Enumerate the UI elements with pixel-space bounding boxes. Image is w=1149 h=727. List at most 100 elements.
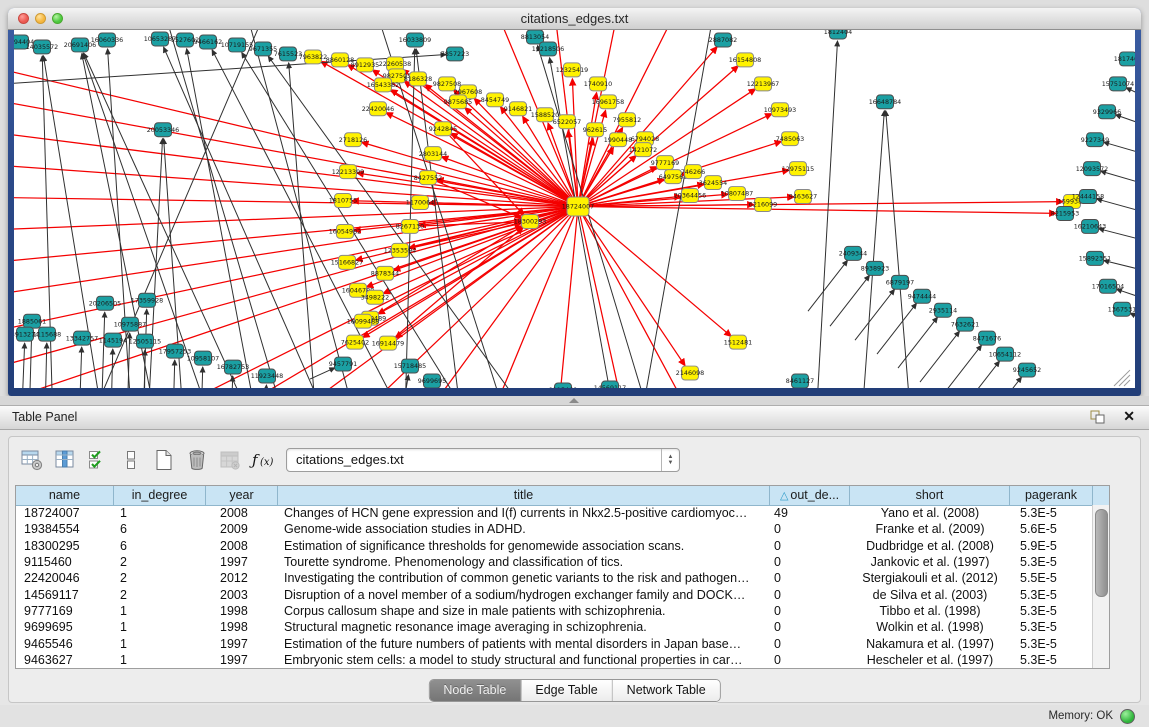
table-selector-combo[interactable]: citations_edges.txt ▲▼ [286, 448, 680, 472]
graph-node[interactable]: 10975887 [114, 317, 146, 331]
column-header-pagerank[interactable]: pagerank [1010, 486, 1093, 505]
new-table-button[interactable] [149, 448, 179, 476]
table-scrollbar-thumb[interactable] [1095, 509, 1108, 597]
network-canvas[interactable]: 1872400779638228860128891293522260538982… [14, 30, 1135, 388]
graph-node[interactable]: 9463627 [789, 190, 817, 204]
graph-node[interactable]: 12213967 [747, 77, 779, 91]
graph-node[interactable]: 16210643 [1074, 219, 1106, 233]
graph-node[interactable]: 16782753 [217, 360, 249, 374]
column-header-in_degree[interactable]: in_degree [114, 486, 206, 505]
column-header-name[interactable]: name [16, 486, 114, 505]
tab-network-table[interactable]: Network Table [613, 680, 720, 701]
graph-node[interactable]: 16961758 [592, 95, 624, 109]
table-row[interactable]: 1872400712008Changes of HCN gene express… [16, 505, 1093, 521]
graph-node[interactable]: 16033809 [399, 33, 431, 47]
float-panel-icon[interactable] [1089, 409, 1107, 430]
table-scrollbar[interactable] [1092, 505, 1109, 668]
tab-node-table[interactable]: Node Table [429, 680, 521, 701]
graph-node[interactable]: 16648784 [869, 95, 901, 109]
graph-node[interactable]: 2718126 [339, 133, 367, 147]
graph-node[interactable]: 962615 [583, 123, 607, 137]
column-header-title[interactable]: title [278, 486, 770, 505]
table-row[interactable]: 946554611997Estimation of the future num… [16, 635, 1093, 651]
graph-node[interactable]: 13342757 [66, 331, 98, 345]
graph-node[interactable]: 17359928 [131, 293, 163, 307]
graph-node[interactable]: 2146098 [676, 366, 704, 380]
graph-node[interactable]: 15718485 [394, 359, 426, 373]
network-view[interactable]: 1872400779638228860128891293522260538982… [14, 30, 1135, 388]
graph-node[interactable]: 15892351 [1079, 251, 1111, 265]
graph-node[interactable]: 746266 [681, 165, 705, 179]
table-row[interactable]: 977716911998Corpus callosum shape and si… [16, 603, 1093, 619]
graph-node[interactable]: 1812404 [824, 30, 852, 39]
table-settings-button[interactable] [17, 448, 47, 476]
graph-node[interactable]: 12093572 [1076, 162, 1108, 176]
resize-grip-icon[interactable] [1124, 380, 1130, 386]
graph-node[interactable]: 1170064 [406, 196, 434, 210]
split-handle-icon[interactable] [569, 398, 579, 403]
graph-node[interactable]: 8938923 [861, 261, 889, 275]
graph-node[interactable]: 7632621 [951, 317, 979, 331]
table-row[interactable]: 911546021997Tourette syndrome. Phenomeno… [16, 554, 1093, 570]
graph-node[interactable]: 9227349 [1081, 133, 1109, 147]
combo-stepper-icon[interactable]: ▲▼ [661, 449, 679, 471]
graph-node[interactable]: 16154808 [729, 53, 761, 67]
graph-node[interactable]: 9329966 [1093, 105, 1121, 119]
graph-node[interactable]: 14569117 [594, 381, 626, 388]
graph-node[interactable]: 7485063 [776, 132, 804, 146]
table-row[interactable]: 1938455462009Genome-wide association stu… [16, 521, 1093, 537]
table-row[interactable]: 1456911722003Disruption of a novel membe… [16, 586, 1093, 602]
graph-node[interactable]: 8471676 [973, 331, 1001, 345]
graph-node[interactable]: 7625402 [341, 335, 369, 349]
graph-node[interactable]: 12975115 [782, 162, 814, 176]
memory-indicator-icon[interactable] [1120, 709, 1135, 724]
graph-node[interactable]: 18724007 [562, 197, 594, 216]
graph-node[interactable]: 8461127 [786, 374, 814, 388]
column-chooser-button[interactable] [50, 448, 80, 476]
graph-node[interactable]: 9474444 [908, 289, 936, 303]
graph-node[interactable]: 7955812 [613, 113, 641, 127]
row-options-button[interactable] [116, 448, 146, 476]
graph-node[interactable]: 10958107 [187, 351, 219, 365]
delete-table-button[interactable] [182, 448, 212, 476]
graph-node[interactable]: 10654112 [989, 347, 1021, 361]
graph-node[interactable]: 20206505 [89, 296, 121, 310]
graph-node[interactable]: 12353594 [384, 243, 416, 257]
graph-node[interactable]: 12505115 [129, 334, 161, 348]
graph-node[interactable]: 2887082 [709, 33, 737, 47]
graph-node[interactable]: 2935114 [929, 303, 957, 317]
graph-node[interactable]: 17016504 [1092, 279, 1124, 293]
column-header-out_de[interactable]: △out_de... [770, 486, 850, 505]
graph-node[interactable]: 1817406 [1114, 52, 1135, 66]
select-columns-button[interactable] [83, 448, 113, 476]
graph-node[interactable]: 3624554 [699, 176, 727, 190]
graph-node[interactable]: 6879197 [886, 275, 914, 289]
function-builder-button[interactable]: ƒ(x) [248, 448, 278, 476]
split-divider[interactable] [0, 396, 1149, 405]
graph-node[interactable]: 7963822 [299, 50, 327, 64]
window-titlebar[interactable]: citations_edges.txt [8, 8, 1141, 30]
graph-node[interactable]: 1115688 [33, 327, 61, 341]
table-row[interactable]: 969969511998Structural magnetic resonanc… [16, 619, 1093, 635]
tab-edge-table[interactable]: Edge Table [521, 680, 612, 701]
graph-node[interactable]: 9699695 [418, 374, 446, 388]
graph-node[interactable]: 1990448 [604, 133, 632, 147]
close-panel-icon[interactable]: ✕ [1123, 408, 1135, 425]
graph-node[interactable]: 20053346 [147, 123, 179, 137]
graph-node[interactable]: 1740910 [584, 77, 612, 91]
column-header-year[interactable]: year [206, 486, 278, 505]
resize-grip-icon[interactable] [1119, 375, 1130, 386]
graph-node[interactable]: 2409344 [839, 246, 867, 260]
column-header-short[interactable]: short [850, 486, 1010, 505]
table-row[interactable]: 946362711997Embryonic stem cells: a mode… [16, 652, 1093, 668]
table-row[interactable]: 2242004622012Investigating the contribut… [16, 570, 1093, 586]
graph-node[interactable]: 9115460 [549, 383, 577, 388]
graph-node[interactable]: 1512481 [724, 335, 752, 349]
graph-node[interactable]: 7857223 [441, 47, 469, 61]
graph-node[interactable]: 1810755 [329, 194, 357, 208]
graph-node[interactable]: 9245652 [1013, 363, 1041, 377]
graph-node[interactable]: 1885061 [18, 314, 46, 328]
table-row[interactable]: 1830029562008Estimation of significance … [16, 538, 1093, 554]
graph-node[interactable]: 1367531 [1108, 302, 1135, 316]
graph-node[interactable]: 11923448 [251, 369, 283, 383]
